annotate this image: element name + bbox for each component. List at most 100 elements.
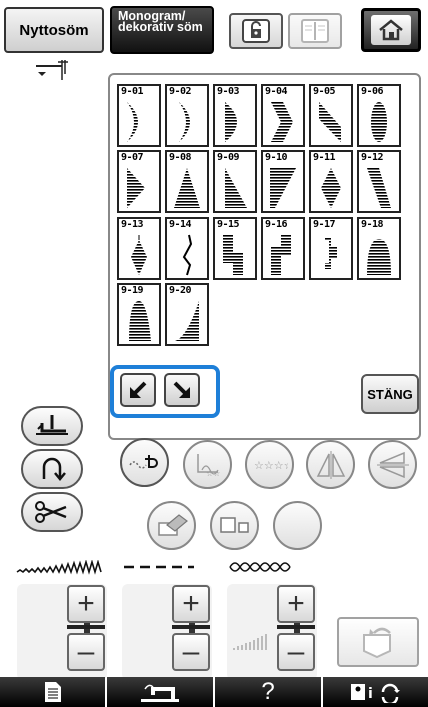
- stars-button[interactable]: ☆☆☆☆: [245, 440, 294, 489]
- pattern-label: 9-19: [121, 285, 144, 296]
- length-divider: [172, 625, 210, 629]
- mirror-button[interactable]: [306, 440, 355, 489]
- sewing-machine-icon: [141, 684, 179, 702]
- pattern-label: 9-10: [265, 152, 288, 163]
- arrow-down-left-icon: [130, 381, 147, 398]
- density-plus-button[interactable]: +: [277, 585, 315, 623]
- pattern-9-17[interactable]: 9-17: [309, 217, 353, 280]
- manual-button[interactable]: [288, 13, 342, 49]
- pattern-9-10[interactable]: 9-10: [261, 150, 305, 213]
- curve-ramp-stitch-icon: [175, 301, 199, 341]
- unlock-icon: [242, 19, 270, 43]
- home-icon: [379, 19, 403, 41]
- pattern-label: 9-16: [265, 219, 288, 230]
- bracket-stitch-icon: [325, 237, 337, 269]
- pattern-9-05[interactable]: 9-05: [309, 84, 353, 147]
- pattern-label: 9-03: [217, 86, 240, 97]
- thread-pattern-icon: [128, 454, 158, 469]
- pattern-9-07[interactable]: 9-07: [117, 150, 161, 213]
- pattern-label: 9-20: [169, 285, 192, 296]
- pattern-label: 9-12: [361, 152, 384, 163]
- unlock-button[interactable]: [229, 13, 283, 49]
- thread-pattern-button[interactable]: [120, 438, 169, 487]
- density-icon: [229, 562, 291, 572]
- pattern-label: 9-13: [121, 219, 144, 230]
- svg-text:i: i: [368, 686, 373, 702]
- arrow-down-left-button[interactable]: [120, 373, 156, 407]
- step-up-stitch-icon: [271, 235, 291, 275]
- sewing-machine-button[interactable]: [107, 677, 213, 707]
- width-minus-button[interactable]: –: [67, 633, 105, 671]
- help-button[interactable]: ?: [215, 677, 321, 707]
- density-divider: [277, 625, 315, 629]
- pattern-label: 9-17: [313, 219, 336, 230]
- pattern-9-06[interactable]: 9-06: [357, 84, 401, 147]
- diamond-small-stitch-icon: [131, 235, 147, 275]
- tab-monogram-label: Monogram/ dekorativ söm: [118, 9, 203, 34]
- wedge-stitch-icon: [270, 168, 296, 208]
- memory-button[interactable]: [337, 617, 419, 667]
- help-icon: ?: [261, 678, 275, 705]
- settings-button[interactable]: i: [323, 677, 428, 707]
- presser-foot-icon: [36, 415, 68, 435]
- pattern-9-16[interactable]: 9-16: [261, 217, 305, 280]
- pattern-label: 9-09: [217, 152, 240, 163]
- density-level-icon: [233, 634, 267, 650]
- tab-utility-stitches[interactable]: Nyttosöm: [4, 7, 104, 53]
- stitch-edit-button[interactable]: ☆☆: [183, 440, 232, 489]
- empty-slot: [273, 501, 322, 550]
- pattern-9-15[interactable]: 9-15: [213, 217, 257, 280]
- pattern-label: 9-18: [361, 219, 384, 230]
- pocket-return-icon: [363, 627, 391, 659]
- density-minus-button[interactable]: –: [277, 633, 315, 671]
- home-button[interactable]: [361, 8, 421, 52]
- dome-stitch-icon: [367, 239, 391, 275]
- close-button[interactable]: STÄNG: [361, 374, 419, 414]
- pattern-label: 9-02: [169, 86, 192, 97]
- pattern-9-13[interactable]: 9-13: [117, 217, 161, 280]
- pattern-9-09[interactable]: 9-09: [213, 150, 257, 213]
- mirror-icon: [316, 450, 345, 479]
- pattern-9-08[interactable]: 9-08: [165, 150, 209, 213]
- pattern-9-14[interactable]: 9-14: [165, 217, 209, 280]
- pattern-label: 9-11: [313, 152, 336, 163]
- width-plus-button[interactable]: +: [67, 585, 105, 623]
- size-button[interactable]: [210, 501, 259, 550]
- eraser-button[interactable]: [147, 501, 196, 550]
- minus-label: –: [287, 635, 305, 668]
- pattern-9-02[interactable]: 9-02: [165, 84, 209, 147]
- pattern-9-19[interactable]: 9-19: [117, 283, 161, 346]
- size-icon: [219, 516, 249, 533]
- arrow-down-right-icon: [173, 381, 190, 398]
- pattern-9-12[interactable]: 9-12: [357, 150, 401, 213]
- thread-cutter-button[interactable]: [21, 492, 83, 532]
- needle-mode-icon: [36, 60, 68, 80]
- presser-foot-button[interactable]: [21, 406, 83, 446]
- stars-icon: ☆☆☆☆: [254, 459, 288, 472]
- arrow-down-right-button[interactable]: [164, 373, 200, 407]
- half-oval-stitch-icon: [225, 102, 237, 142]
- reverse-stitch-button[interactable]: [21, 449, 83, 489]
- flip-button[interactable]: [368, 440, 417, 489]
- crescent-stitch-icon: [127, 102, 138, 142]
- minus-label: –: [182, 635, 200, 668]
- width-icon: [16, 560, 102, 575]
- pattern-9-20[interactable]: 9-20: [165, 283, 209, 346]
- document-button[interactable]: [0, 677, 105, 707]
- stitch-edit-icon: ☆☆: [196, 453, 220, 478]
- plus-label: +: [287, 587, 305, 620]
- pattern-9-11[interactable]: 9-11: [309, 150, 353, 213]
- book-icon: [301, 19, 329, 43]
- home-icon-frame: [371, 15, 411, 45]
- pattern-9-04[interactable]: 9-04: [261, 84, 305, 147]
- pattern-9-18[interactable]: 9-18: [357, 217, 401, 280]
- slant-bar-stitch-icon: [367, 168, 391, 208]
- pattern-label: 9-04: [265, 86, 288, 97]
- length-minus-button[interactable]: –: [172, 633, 210, 671]
- pattern-9-03[interactable]: 9-03: [213, 84, 257, 147]
- length-plus-button[interactable]: +: [172, 585, 210, 623]
- plus-label: +: [182, 587, 200, 620]
- minus-label: –: [77, 635, 95, 668]
- pattern-9-01[interactable]: 9-01: [117, 84, 161, 147]
- tab-monogram[interactable]: Monogram/ dekorativ söm: [110, 6, 214, 54]
